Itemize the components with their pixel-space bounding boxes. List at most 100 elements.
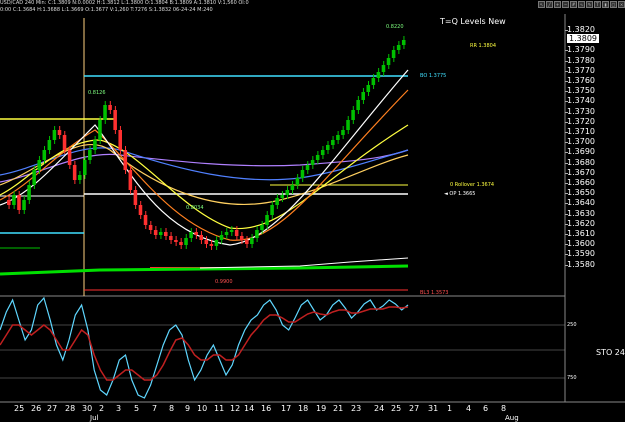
candle-body bbox=[47, 140, 52, 150]
candle-body bbox=[239, 236, 244, 240]
candle-body bbox=[98, 120, 102, 140]
candle-body bbox=[366, 85, 371, 92]
candle-body bbox=[57, 130, 62, 135]
candle-body bbox=[37, 160, 41, 170]
date-label: 2 bbox=[99, 404, 105, 413]
date-label: 10 bbox=[197, 404, 208, 413]
candle-body bbox=[386, 58, 391, 65]
price-tick-label: 1.3770 bbox=[567, 65, 595, 75]
price-tick-label: 1.3610 bbox=[567, 229, 595, 238]
candle-body bbox=[391, 50, 396, 58]
candle-body bbox=[280, 195, 284, 198]
candle-body bbox=[42, 150, 47, 160]
candle-body bbox=[331, 140, 335, 145]
price-tick-label: 1.3670 bbox=[567, 167, 595, 177]
candle-body bbox=[143, 215, 148, 225]
candle-body bbox=[290, 185, 295, 190]
oscillator-label: STO 24 bbox=[596, 348, 625, 357]
date-label: 25 bbox=[391, 404, 402, 413]
candle-body bbox=[336, 135, 340, 140]
price-tick-label: 1.3720 bbox=[567, 116, 595, 126]
candle-body bbox=[346, 120, 350, 130]
candle-body bbox=[118, 130, 122, 150]
price-tick-label: 1.3790 bbox=[567, 45, 595, 55]
candle-body bbox=[174, 240, 178, 242]
candle-body bbox=[22, 200, 26, 210]
candle-body bbox=[133, 190, 138, 205]
annotation-left-peak: 0.8126 bbox=[88, 90, 106, 96]
price-tick-label: 1.3650 bbox=[567, 188, 595, 198]
candle-body bbox=[371, 78, 376, 85]
candle-body bbox=[310, 160, 315, 165]
date-label: 18 bbox=[298, 404, 309, 413]
candle-body bbox=[32, 170, 36, 185]
date-label: 30 bbox=[82, 404, 93, 413]
candle-body bbox=[396, 45, 401, 50]
candle-body bbox=[229, 230, 234, 232]
price-tick-label: 1.3730 bbox=[567, 106, 595, 116]
ma-red-orange bbox=[0, 89, 409, 241]
candle-body bbox=[285, 190, 290, 195]
date-label: 4 bbox=[466, 404, 472, 413]
candle-body bbox=[275, 198, 279, 205]
candle-body bbox=[158, 232, 163, 235]
candle-body bbox=[164, 232, 168, 236]
candle-body bbox=[148, 225, 153, 230]
price-tick-label: 1.3600 bbox=[567, 239, 595, 249]
candle-body bbox=[62, 135, 67, 150]
candle-body bbox=[351, 110, 355, 120]
candle-body bbox=[12, 195, 16, 205]
price-tick-label: 1.3820 bbox=[567, 25, 595, 34]
candle-body bbox=[27, 185, 31, 200]
date-label: 16 bbox=[261, 404, 272, 413]
candle-body bbox=[153, 230, 158, 235]
date-label: 8 bbox=[501, 404, 507, 413]
candle-body bbox=[209, 244, 214, 246]
candle-body bbox=[83, 160, 87, 175]
price-tick-label: 1.3750 bbox=[567, 86, 595, 96]
candle-body bbox=[189, 232, 193, 238]
price-tick-label: 1.3630 bbox=[567, 208, 595, 218]
price-axis: 1.3820 1.3790 1.3780 1.3770 1.3760 1.3750 1.37… bbox=[565, 18, 625, 298]
date-label: 12 bbox=[230, 404, 241, 413]
candle-body bbox=[224, 232, 229, 235]
date-label: 24 bbox=[374, 404, 385, 413]
price-tick-label: 1.3740 bbox=[567, 96, 595, 106]
candle-body bbox=[103, 105, 107, 120]
price-chart[interactable] bbox=[0, 0, 625, 421]
candle-body bbox=[356, 100, 360, 110]
candle-body bbox=[270, 205, 274, 215]
date-axis: 25 26 27 28 30 2 3 5 7 8 9 10 11 12 14 16 17 18 19 21 23 24 25… bbox=[0, 402, 625, 422]
annotation-mid: BO 1.3775 bbox=[420, 73, 447, 79]
candle-body bbox=[108, 105, 112, 110]
candle-body bbox=[260, 225, 264, 230]
candle-body bbox=[295, 178, 300, 185]
price-tick-label: 1.3780 bbox=[567, 55, 595, 65]
date-label: 19 bbox=[316, 404, 327, 413]
candle-body bbox=[305, 165, 310, 170]
date-label: 28 bbox=[65, 404, 76, 413]
date-label: 1 bbox=[447, 404, 453, 413]
date-label: 8 bbox=[169, 404, 175, 413]
annotation-rollover: 0 Rollover 1.3674 bbox=[450, 182, 495, 188]
candle-body bbox=[214, 240, 219, 246]
date-label: 23 bbox=[351, 404, 362, 413]
candle-body bbox=[381, 65, 386, 72]
candle-body bbox=[300, 170, 305, 178]
candle-body bbox=[7, 200, 11, 205]
candle-body bbox=[77, 175, 82, 180]
date-label: 3 bbox=[116, 404, 122, 413]
osc-level-label-750: 750 bbox=[567, 375, 577, 381]
annotation-bottom: BL3 1.3573 bbox=[420, 290, 449, 296]
candle-body bbox=[128, 170, 133, 190]
date-label: 31 bbox=[428, 404, 439, 413]
date-label: 9 bbox=[185, 404, 191, 413]
candle-body bbox=[341, 130, 345, 135]
candle-body bbox=[361, 92, 365, 100]
candle-body bbox=[88, 150, 92, 160]
candle-body bbox=[320, 150, 325, 155]
annotation-small: 0.8034 bbox=[186, 205, 204, 211]
candle-body bbox=[376, 72, 381, 78]
candle-body bbox=[250, 238, 254, 244]
date-label: 26 bbox=[31, 404, 42, 413]
